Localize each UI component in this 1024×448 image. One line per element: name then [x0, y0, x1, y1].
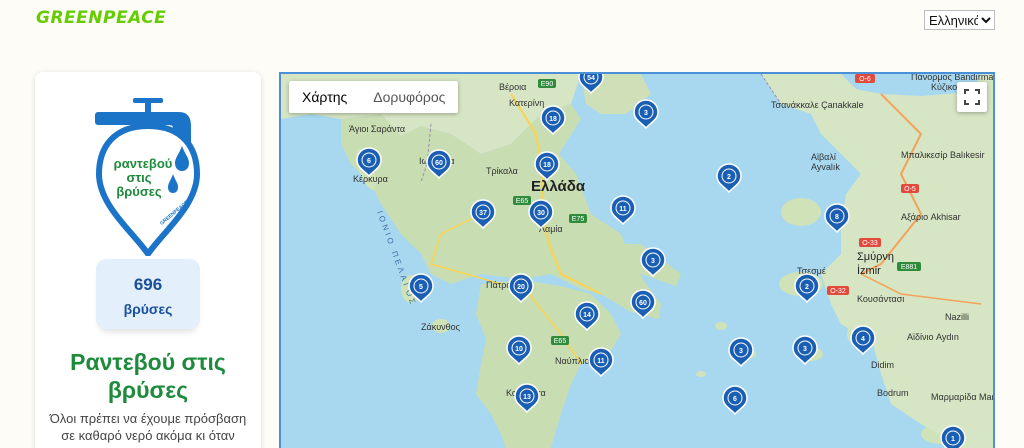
road-label: O-6: [859, 76, 871, 83]
fountain-count-box: 696 βρύσες: [96, 259, 200, 329]
fountain-count-label: βρύσες: [123, 301, 173, 317]
fountain-count: 696: [133, 275, 163, 294]
map-label-panormos: Πάνορμος Bandırma: [911, 74, 993, 82]
fountain-marker[interactable]: 1: [940, 425, 966, 448]
fountain-marker-count: 18: [549, 116, 557, 123]
logo-text-line2: στις: [126, 170, 151, 185]
fountain-marker-count: 37: [479, 210, 487, 217]
fountain-marker[interactable]: 2: [794, 273, 820, 304]
map-label-patra: Πάτρα: [486, 280, 512, 290]
fountain-marker-count: 14: [583, 312, 591, 319]
fountain-marker-count: 60: [435, 160, 443, 167]
fountain-marker-count: 13: [523, 394, 531, 401]
fountain-marker-count: 54: [587, 75, 595, 82]
fountain-marker-count: 60: [639, 300, 647, 307]
card-description: Όλοι πρέπει να έχουμε πρόσβαση σε καθαρό…: [49, 411, 247, 443]
fountain-marker-count: 3: [644, 110, 648, 117]
fountain-marker[interactable]: 3: [633, 99, 659, 130]
map-label-ayvalik: Ayvalık: [811, 162, 840, 172]
fountain-marker-count: 5: [419, 284, 423, 291]
fountain-marker[interactable]: 11: [610, 195, 636, 226]
map-label-smyrni: Σμύρνη: [857, 251, 894, 263]
road-label: O-32: [830, 288, 846, 295]
language-select[interactable]: Ελληνικά: [924, 10, 995, 30]
fountain-marker-count: 18: [543, 162, 551, 169]
map-label-veroia: Βέροια: [499, 82, 526, 92]
map-label-aivali: Αϊβαλί: [811, 152, 836, 162]
map-label-agioi-saranta: Άγιοι Σαράντα: [349, 124, 405, 134]
map-label-akhisar: Αξάριο Akhisar: [901, 212, 961, 222]
fountain-marker-count: 10: [515, 346, 523, 353]
tab-satellite[interactable]: Δορυφόρος: [360, 81, 458, 113]
fountain-marker-count: 6: [367, 158, 371, 165]
road-label: E75: [572, 216, 585, 223]
fountain-marker-count: 30: [537, 210, 545, 217]
map-canvas[interactable]: E90 E65 E75 E65 O-6 O-5 O-33 O-32 E881 Ε…: [281, 74, 995, 448]
logo-text-line1: ραντεβού: [114, 156, 173, 171]
fountain-marker-count: 2: [727, 174, 731, 181]
fountain-marker-count: 4: [861, 336, 865, 343]
fountain-marker-count: 3: [803, 346, 807, 353]
fountain-marker-count: 1: [951, 436, 955, 443]
road-label: E65: [516, 198, 529, 205]
info-card: ραντεβού στις βρύσες GREENPEACE 696 βρύσ…: [35, 72, 261, 448]
water-tap-logo: ραντεβού στις βρύσες GREENPEACE: [95, 98, 201, 256]
fountain-marker-count: 11: [619, 206, 627, 213]
tab-map[interactable]: Χάρτης: [289, 81, 360, 113]
map-label-zakynthos: Ζάκυνθος: [421, 322, 461, 332]
fountain-marker[interactable]: 4: [850, 325, 876, 356]
fullscreen-icon: [964, 89, 980, 105]
fountain-marker[interactable]: 2: [716, 163, 742, 194]
map-label-didim: Didim: [871, 360, 894, 370]
map-label-balikesir: Μπαλικεσίρ Balıkesir: [901, 150, 984, 160]
map-label-katerini: Κατερίνη: [509, 98, 544, 108]
fountain-marker-count: 20: [517, 284, 525, 291]
greenpeace-logo[interactable]: GREENPEACE: [36, 8, 166, 28]
road-label: E881: [901, 264, 917, 271]
map-label-canakkale: Τσανάκκαλε Çanakkale: [771, 100, 864, 110]
map-label-marmaris: Μαρμαρίδα Marmaris: [931, 392, 995, 402]
fountain-marker-count: 6: [733, 396, 737, 403]
fountain-marker[interactable]: 3: [728, 337, 754, 368]
fountain-marker-count: 3: [739, 348, 743, 355]
fullscreen-button[interactable]: [957, 82, 987, 112]
road-label: E65: [554, 338, 567, 345]
map-label-greece: Ελλάδα: [531, 178, 586, 195]
map-label-aidinio: Αϊδίνιο Aydın: [907, 332, 959, 342]
card-title: Ραντεβού στις βρύσες: [70, 349, 226, 403]
road-label: O-33: [862, 240, 878, 247]
map-label-bodrum: Bodrum: [877, 388, 909, 398]
fountain-marker-count: 11: [597, 358, 605, 365]
logo-text-line3: βρύσες: [116, 184, 162, 199]
fountain-marker-count: 3: [651, 258, 655, 265]
fountain-marker[interactable]: 6: [722, 385, 748, 416]
map-label-izmir: İzmir: [857, 264, 881, 277]
road-label: O-5: [904, 186, 916, 193]
map[interactable]: E90 E65 E75 E65 O-6 O-5 O-33 O-32 E881 Ε…: [279, 72, 995, 448]
map-label-trikala: Τρίκαλα: [486, 166, 518, 176]
road-label: E90: [541, 81, 554, 88]
map-label-nafplio: Ναύπλιο: [555, 356, 589, 366]
map-type-toggle: Χάρτης Δορυφόρος: [289, 81, 459, 113]
fountain-marker-count: 2: [805, 284, 809, 291]
fountain-marker[interactable]: 11: [588, 347, 614, 378]
fountain-marker-count: 8: [835, 214, 839, 221]
map-label-nazilli: Nazilli: [945, 312, 969, 322]
map-label-kusadasi: Κουσάντασι: [857, 294, 904, 304]
